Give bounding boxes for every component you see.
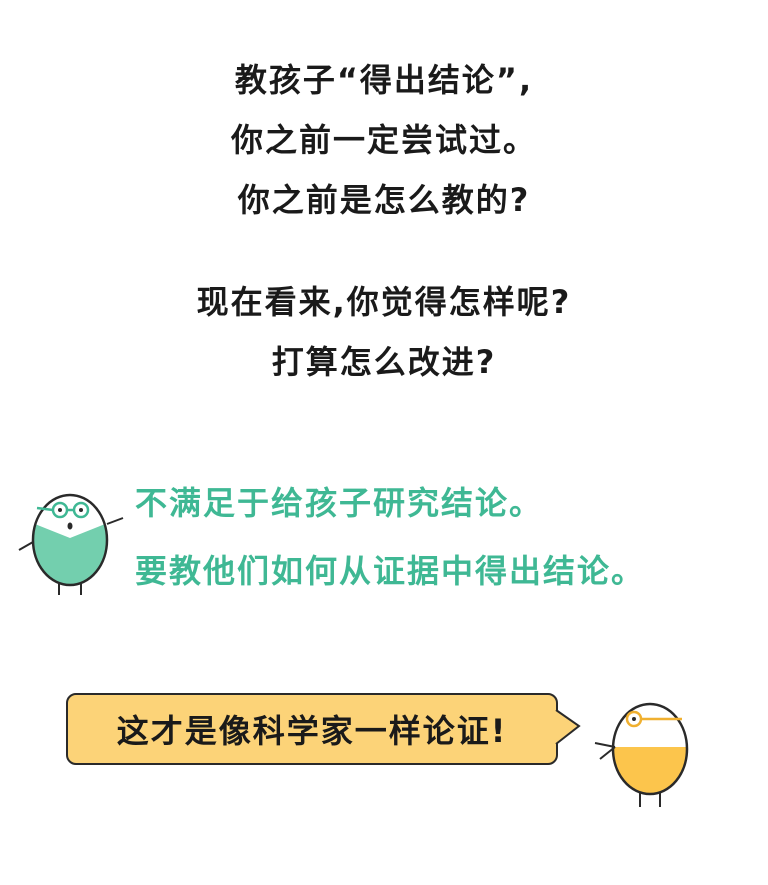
speech-bubble-tail-icon bbox=[555, 709, 581, 745]
statement-line-2: 要教他们如何从证据中得出结论。 bbox=[135, 552, 646, 590]
question-line: 现在看来,你觉得怎样呢? bbox=[196, 283, 572, 321]
question-line: 你之前一定尝试过。 bbox=[230, 121, 537, 159]
question-block-2: 现在看来,你觉得怎样呢? 打算怎么改进? bbox=[0, 272, 768, 392]
statement-line-1: 不满足于给孩子研究结论。 bbox=[135, 484, 544, 522]
question-block-1: 教孩子“得出结论”, 你之前一定尝试过。 你之前是怎么教的? bbox=[0, 50, 768, 230]
yellow-egg-character-icon bbox=[594, 702, 689, 807]
question-line: 打算怎么改进? bbox=[271, 343, 497, 381]
green-egg-character-icon bbox=[18, 493, 124, 595]
question-line: 教孩子“得出结论”, bbox=[234, 61, 534, 99]
speech-bubble-text: 这才是像科学家一样论证! bbox=[116, 712, 508, 750]
speech-bubble: 这才是像科学家一样论证! bbox=[66, 693, 558, 765]
question-line: 你之前是怎么教的? bbox=[237, 181, 531, 219]
